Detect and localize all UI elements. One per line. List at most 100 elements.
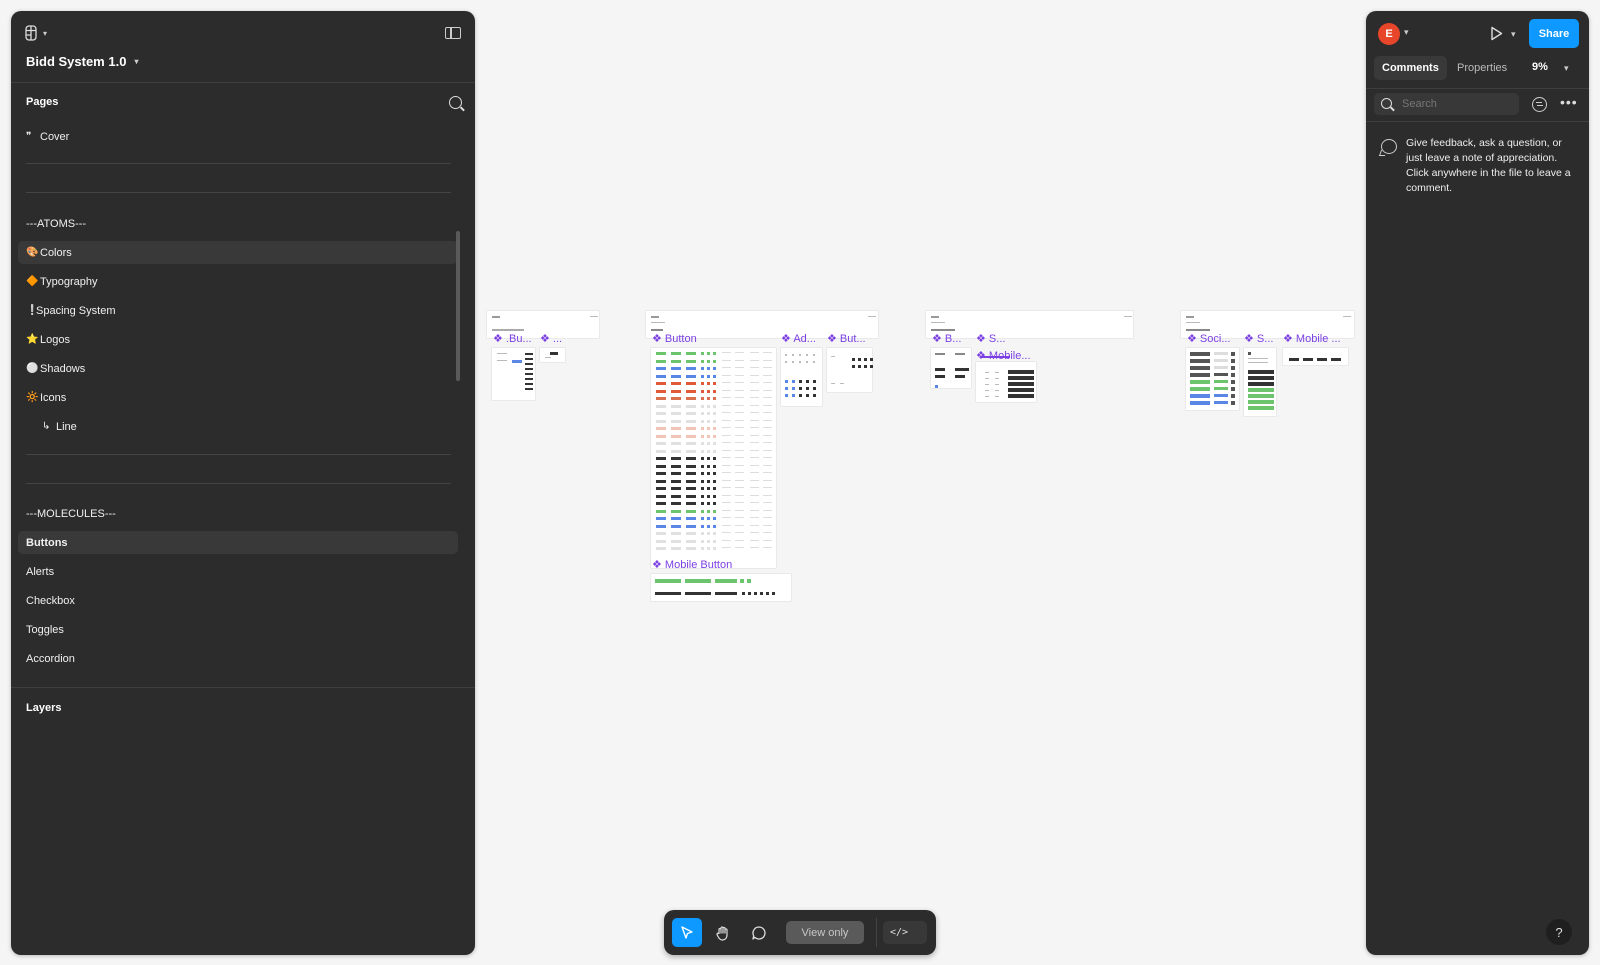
view-only-badge: View only bbox=[786, 921, 864, 944]
zoom-level[interactable]: 9% bbox=[1532, 61, 1548, 73]
pages-title: Pages bbox=[26, 96, 59, 108]
page-item-spacing-system[interactable]: ❕ Spacing System bbox=[18, 299, 458, 322]
thumbnail-mark bbox=[1303, 358, 1313, 361]
comments-search-input[interactable]: Search bbox=[1374, 93, 1519, 115]
divider bbox=[26, 192, 451, 193]
thumbnail-mark bbox=[713, 382, 716, 385]
component-label[interactable]: ❖ S... bbox=[1244, 332, 1273, 345]
thumbnail-mark bbox=[701, 449, 704, 453]
divider bbox=[26, 483, 451, 484]
thumbnail-mark bbox=[750, 547, 759, 548]
dev-mode-button[interactable]: </> bbox=[883, 921, 927, 944]
chevron-down-icon[interactable]: ▾ bbox=[1511, 29, 1516, 40]
component-label-button[interactable]: ❖ Button bbox=[652, 332, 697, 345]
page-item-icons[interactable]: 🔆 Icons bbox=[18, 386, 458, 409]
thumbnail-mark bbox=[722, 412, 731, 413]
thumbnail-mark bbox=[722, 457, 731, 458]
thumbnail-mark bbox=[707, 464, 710, 468]
share-button[interactable]: Share bbox=[1529, 19, 1579, 48]
page-item-typography[interactable]: 🔶 Typography bbox=[18, 270, 458, 293]
move-tool-button[interactable] bbox=[672, 918, 702, 947]
component-label[interactable]: ❖ Mobile ... bbox=[1283, 332, 1341, 345]
canvas-frame-mobile[interactable] bbox=[1283, 348, 1348, 365]
tab-comments[interactable]: Comments bbox=[1374, 56, 1447, 80]
page-item-buttons[interactable]: Buttons bbox=[18, 531, 458, 554]
file-title[interactable]: Bidd System 1.0 ▾ bbox=[26, 54, 138, 69]
thumbnail-mark bbox=[686, 382, 696, 385]
thumbnail-mark bbox=[985, 378, 989, 379]
component-label[interactable]: ❖ S... bbox=[976, 332, 1005, 345]
avatar-letter: E bbox=[1385, 28, 1393, 40]
component-label[interactable]: ❖ But... bbox=[827, 332, 866, 345]
thumbnail-mark bbox=[701, 457, 704, 460]
canvas-frame-ad[interactable] bbox=[781, 348, 822, 406]
component-label[interactable]: ❖ .Bu... bbox=[493, 332, 532, 345]
thumbnail-mark bbox=[995, 396, 999, 397]
thumbnail-mark bbox=[707, 502, 710, 505]
thumbnail-mark bbox=[742, 592, 745, 595]
thumbnail-mark bbox=[750, 479, 759, 481]
page-item-alerts[interactable]: Alerts bbox=[18, 560, 458, 583]
sidebar-toggle-icon[interactable] bbox=[445, 27, 461, 39]
thumbnail-mark bbox=[655, 579, 681, 583]
page-item-toggles[interactable]: Toggles bbox=[18, 618, 458, 641]
thumbnail-mark bbox=[763, 539, 772, 541]
thumbnail-mark bbox=[722, 539, 731, 541]
canvas-frame-but[interactable] bbox=[827, 348, 872, 392]
page-item-checkbox[interactable]: Checkbox bbox=[18, 589, 458, 612]
component-label[interactable]: ❖ Ad... bbox=[781, 332, 816, 345]
canvas-frame-small[interactable] bbox=[540, 348, 565, 362]
component-label[interactable]: ❖ ... bbox=[540, 332, 562, 345]
thumbnail-mark bbox=[792, 361, 794, 363]
search-icon[interactable] bbox=[449, 95, 462, 109]
play-icon[interactable] bbox=[1490, 26, 1503, 41]
thumbnail-mark bbox=[671, 359, 681, 363]
more-options-icon[interactable]: ••• bbox=[1560, 95, 1578, 109]
cursor-icon bbox=[681, 925, 693, 939]
thumbnail-mark bbox=[707, 449, 710, 453]
thumbnail-mark bbox=[713, 397, 716, 400]
main-menu-button[interactable]: ▾ bbox=[25, 25, 47, 41]
thumbnail-mark bbox=[713, 502, 716, 505]
page-item-cover[interactable]: ❞ Cover bbox=[18, 125, 458, 148]
avatar[interactable]: E bbox=[1378, 23, 1400, 45]
comment-tool-button[interactable] bbox=[744, 918, 774, 947]
thumbnail-mark bbox=[701, 472, 704, 475]
page-item-shadows[interactable]: ⚪ Shadows bbox=[18, 357, 458, 380]
pages-scrollbar[interactable] bbox=[456, 231, 460, 381]
thumbnail-mark bbox=[722, 419, 731, 421]
chevron-down-icon[interactable]: ▾ bbox=[1564, 63, 1569, 74]
comment-icon bbox=[752, 925, 766, 940]
thumbnail-mark bbox=[671, 404, 681, 408]
thumbnail-mark bbox=[1248, 352, 1251, 355]
hand-tool-button[interactable] bbox=[708, 918, 738, 947]
component-label-mobile-button[interactable]: ❖ Mobile Button bbox=[652, 558, 732, 571]
thumbnail-mark bbox=[671, 502, 681, 505]
thumbnail-mark bbox=[701, 479, 704, 483]
thumbnail-mark bbox=[1248, 362, 1268, 363]
thumbnail-mark bbox=[763, 397, 772, 398]
component-label[interactable]: ❖ B... bbox=[932, 332, 961, 345]
thumbnail-mark bbox=[707, 412, 710, 415]
page-item-logos[interactable]: ⭐ Logos bbox=[18, 328, 458, 351]
page-item-colors[interactable]: 🎨 Colors bbox=[18, 241, 458, 264]
thumbnail-mark bbox=[806, 361, 808, 363]
thumbnail-mark bbox=[707, 419, 710, 423]
thumbnail-mark bbox=[701, 427, 704, 430]
page-item-accordion[interactable]: Accordion bbox=[18, 647, 458, 670]
thumbnail-mark bbox=[722, 434, 731, 436]
chevron-down-icon[interactable]: ▾ bbox=[1404, 27, 1409, 38]
file-title-label: Bidd System 1.0 bbox=[26, 54, 127, 69]
tab-properties[interactable]: Properties bbox=[1449, 56, 1515, 80]
page-item-atoms-section[interactable]: ---ATOMS--- bbox=[18, 212, 458, 235]
comments-empty-help: Give feedback, ask a question, or just l… bbox=[1406, 137, 1571, 194]
thumbnail-mark bbox=[735, 449, 744, 451]
page-item-molecules-section[interactable]: ---MOLECULES--- bbox=[18, 502, 458, 525]
component-label[interactable]: ❖ Soci... bbox=[1187, 332, 1231, 345]
thumbnail-mark bbox=[852, 358, 855, 361]
frame-logo bbox=[1186, 316, 1194, 318]
help-button[interactable]: ? bbox=[1546, 919, 1572, 945]
thumbnail-mark bbox=[735, 532, 744, 533]
page-item-line[interactable]: ↳ Line bbox=[18, 415, 458, 438]
filter-icon[interactable] bbox=[1532, 97, 1547, 112]
